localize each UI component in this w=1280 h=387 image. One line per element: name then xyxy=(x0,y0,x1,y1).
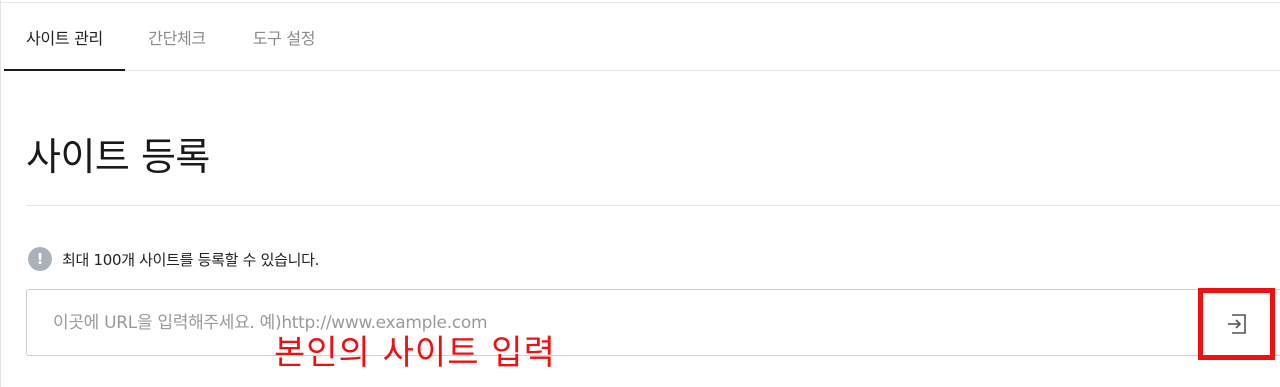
tab-site-management[interactable]: 사이트 관리 xyxy=(4,3,125,71)
tab-tool-settings[interactable]: 도구 설정 xyxy=(229,3,339,70)
title-divider xyxy=(26,205,1280,206)
submit-url-button[interactable] xyxy=(1198,288,1275,360)
tab-label: 도구 설정 xyxy=(252,28,316,48)
tab-label: 간단체크 xyxy=(148,28,206,48)
left-border xyxy=(0,0,1,387)
notice-text: 최대 100개 사이트를 등록할 수 있습니다. xyxy=(62,250,320,269)
url-input-container xyxy=(26,289,1280,356)
url-input[interactable] xyxy=(53,290,1193,355)
active-tab-indicator xyxy=(4,69,125,71)
page-title: 사이트 등록 xyxy=(26,135,210,179)
annotation-label: 본인의 사이트 입력 xyxy=(274,333,556,373)
tab-bar: 사이트 관리 간단체크 도구 설정 xyxy=(4,3,1280,71)
enter-icon xyxy=(1224,311,1250,337)
tab-label: 사이트 관리 xyxy=(26,28,103,48)
tab-simple-check[interactable]: 간단체크 xyxy=(125,3,229,70)
notice: ! 최대 100개 사이트를 등록할 수 있습니다. xyxy=(28,246,319,272)
exclamation-icon: ! xyxy=(28,247,52,271)
